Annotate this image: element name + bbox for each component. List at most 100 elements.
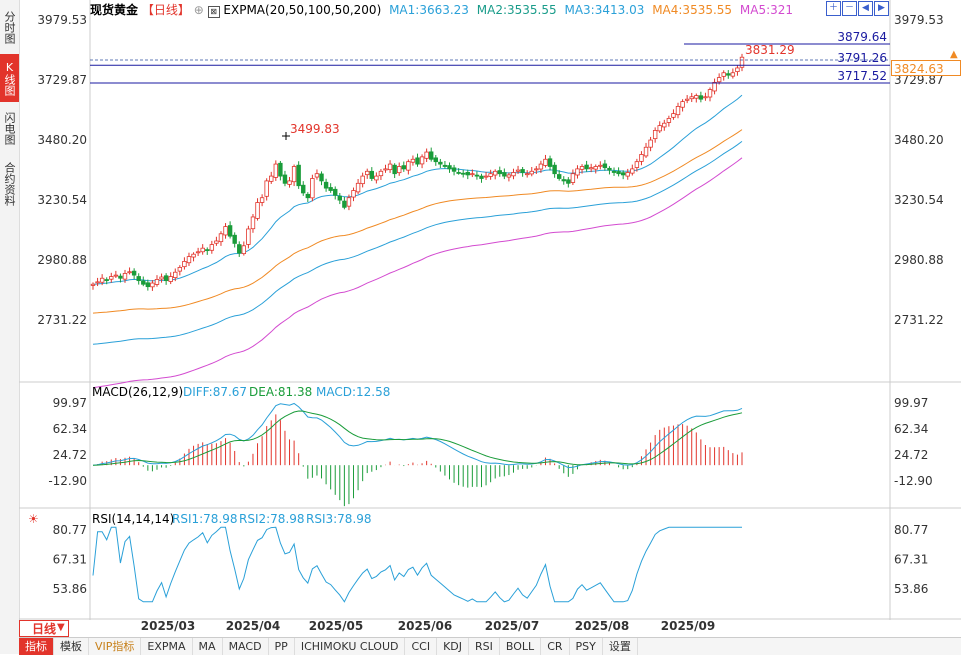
time-tick: 2025/06 [398, 619, 452, 633]
candle [246, 225, 251, 249]
rsi3-value: RSI3:78.98 [306, 512, 372, 526]
candle [675, 102, 681, 119]
macd-diff: DIFF:87.67 [183, 385, 247, 399]
macd-tick-left: 62.34 [53, 422, 87, 436]
candle [424, 148, 429, 163]
candle [141, 276, 146, 287]
candle [163, 273, 169, 285]
candle [264, 178, 269, 201]
candle [598, 161, 603, 170]
candle [355, 178, 361, 195]
candle [369, 167, 374, 182]
chart-canvas[interactable]: 3979.53 3979.533729.87 3729.873480.20 3480.… [0, 0, 961, 654]
candle [703, 92, 708, 101]
hline-3791-label: 3791.26 [837, 51, 887, 65]
candle [566, 177, 571, 188]
candle [694, 93, 699, 103]
candle [259, 194, 265, 207]
candle [365, 168, 370, 179]
recent-high-label: 3831.29 [745, 43, 795, 57]
candle [127, 267, 132, 275]
toolbar-item-13[interactable]: PSY [570, 638, 603, 655]
candle [392, 163, 397, 179]
candle [232, 232, 237, 248]
candle [374, 172, 379, 184]
candle [602, 159, 608, 171]
toolbar-item-7[interactable]: ICHIMOKU CLOUD [295, 638, 406, 655]
rsi-title: RSI(14,14,14) [92, 512, 174, 526]
toolbar-item-12[interactable]: CR [541, 638, 570, 655]
indicator-toolbar: 指标 模板 VIP指标 EXPMA MA MACD PP ICHIMOKU CLOUD CCI K… [19, 637, 961, 655]
toolbar-item-10[interactable]: RSI [469, 638, 500, 655]
candle [255, 198, 260, 221]
toolbar-item-1[interactable]: 模板 [54, 638, 89, 655]
candle [406, 159, 411, 175]
toolbar-item-2[interactable]: VIP指标 [89, 638, 142, 655]
toolbar-item-3[interactable]: EXPMA [141, 638, 193, 655]
time-tick: 2025/08 [575, 619, 629, 633]
candle [465, 169, 470, 180]
candle [310, 174, 315, 202]
candle [360, 172, 365, 188]
candle [657, 121, 662, 134]
ma3-line [92, 140, 743, 345]
candle [177, 265, 183, 276]
rsi-tick-left: 80.77 [53, 523, 87, 537]
diff-line [92, 402, 743, 469]
candle [680, 99, 685, 112]
toolbar-item-9[interactable]: KDJ [437, 638, 470, 655]
candle [461, 169, 466, 178]
candle [145, 279, 151, 291]
toolbar-item-14[interactable]: 设置 [603, 638, 638, 655]
candle [401, 161, 406, 172]
candle [616, 167, 621, 177]
macd-tick-right: 24.72 [894, 448, 928, 462]
price-tick-left: 2731.22 [37, 313, 87, 327]
candle [479, 173, 484, 183]
price-tick-right: 3979.53 [894, 13, 944, 27]
price-tick-right: 2980.88 [894, 253, 944, 267]
toolbar-item-4[interactable]: MA [193, 638, 223, 655]
candle [337, 192, 343, 205]
candle [442, 161, 448, 169]
candle [492, 169, 498, 180]
rsi-settings-icon[interactable]: ☀ [28, 512, 39, 526]
candle [269, 171, 274, 184]
macd-value: MACD:12.58 [316, 385, 390, 399]
candle [502, 168, 507, 180]
candle [296, 161, 301, 189]
candle [447, 162, 452, 173]
candle [200, 244, 205, 255]
toolbar-item-5[interactable]: MACD [223, 638, 269, 655]
macd-tick-left: 24.72 [53, 448, 87, 462]
candle [397, 162, 402, 176]
rsi-tick-left: 67.31 [53, 553, 87, 567]
candle [429, 147, 434, 162]
candle [652, 127, 658, 143]
toolbar-item-6[interactable]: PP [269, 638, 295, 655]
price-tick-right: 3480.20 [894, 133, 944, 147]
candle [726, 70, 731, 79]
candle [351, 187, 356, 202]
candle [237, 241, 242, 257]
hline-3717-label: 3717.52 [837, 69, 887, 83]
candle [109, 272, 114, 283]
candle [483, 171, 489, 180]
toolbar-item-8[interactable]: CCI [405, 638, 438, 655]
candle [524, 170, 530, 178]
candle [648, 136, 653, 152]
toolbar-item-0[interactable]: 指标 [19, 638, 54, 655]
candle [95, 277, 100, 287]
hline-3879-label: 3879.64 [837, 30, 887, 44]
candle [383, 164, 388, 173]
time-tick: 2025/03 [141, 619, 195, 633]
candle [671, 109, 676, 120]
candle [547, 155, 553, 171]
ma5-line [92, 157, 743, 389]
candle [113, 270, 119, 279]
toolbar-item-11[interactable]: BOLL [500, 638, 542, 655]
candle [433, 155, 438, 166]
period-dropdown-icon[interactable]: ▼ [57, 622, 65, 633]
time-tick: 2025/05 [309, 619, 363, 633]
macd-tick-right: 62.34 [894, 422, 928, 436]
